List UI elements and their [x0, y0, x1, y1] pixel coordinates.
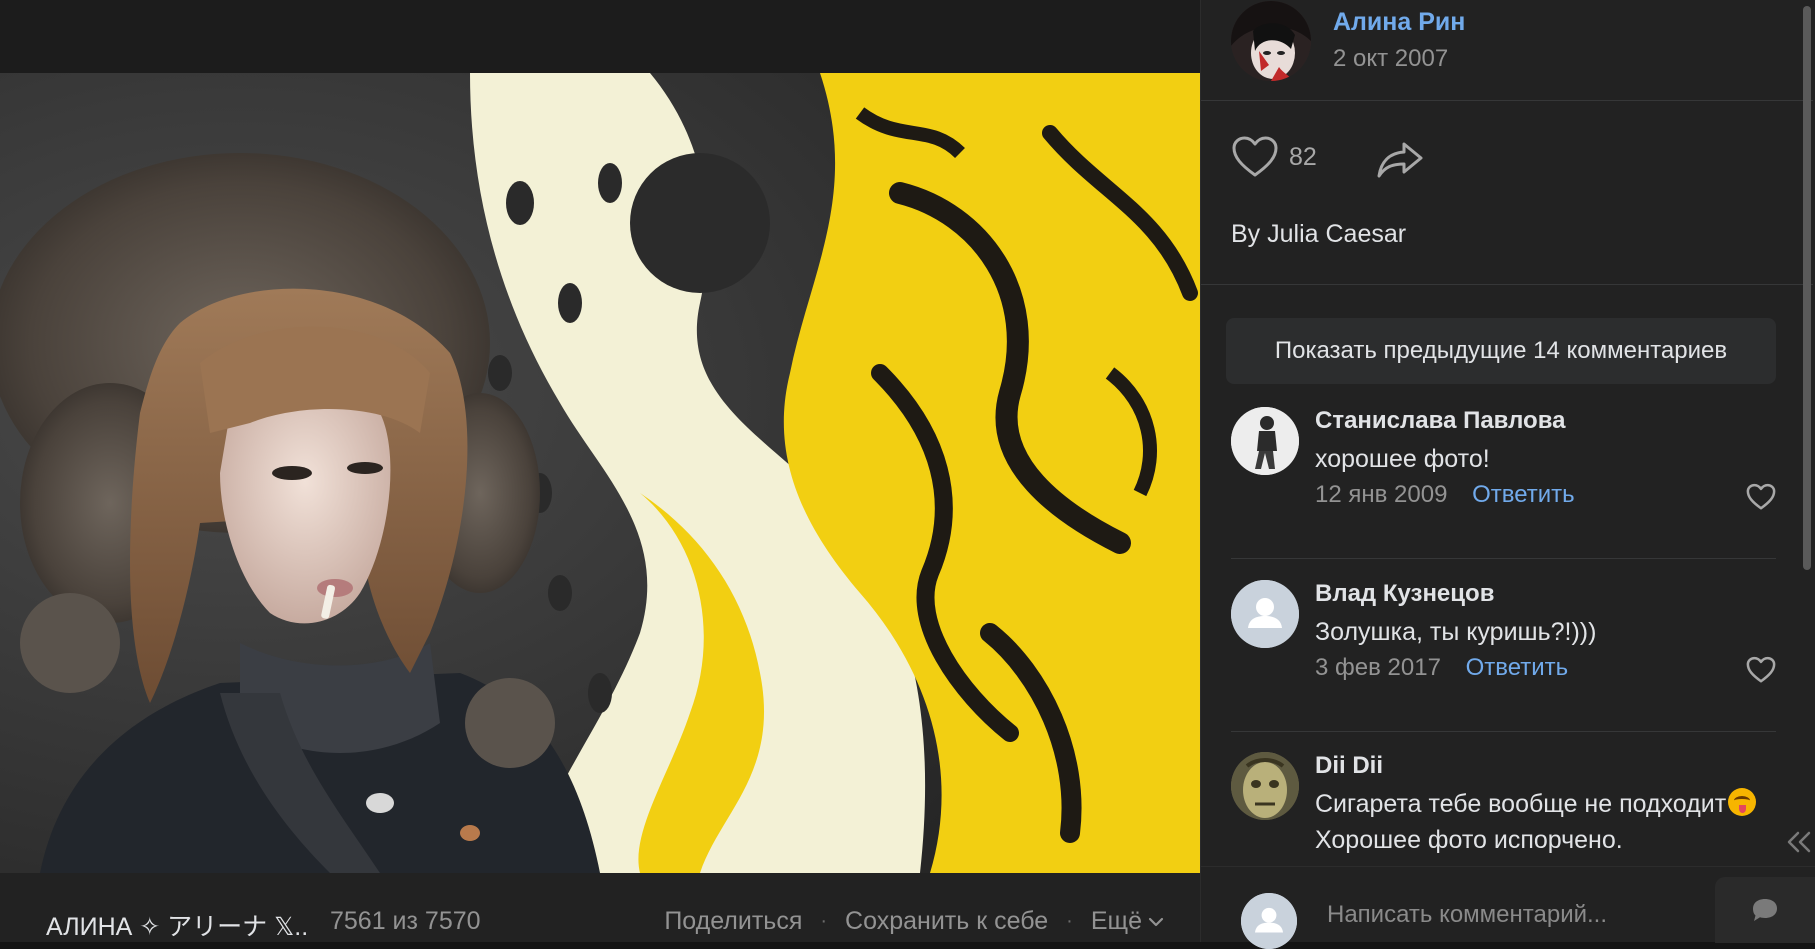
current-user-avatar	[1241, 893, 1297, 949]
photo-sidebar: Алина Рин 2 окт 2007 82 By Julia Caesar …	[1200, 0, 1815, 949]
main-photo[interactable]	[0, 73, 1200, 873]
reply-link[interactable]: Ответить	[1472, 481, 1575, 508]
comment-item: Влад Кузнецов Золушка, ты куришь?!))) 3 …	[1231, 580, 1776, 690]
photo-top-bar	[0, 0, 1200, 73]
squinting-face-with-tongue-icon	[1728, 788, 1757, 816]
photo-viewer: АЛИНА ✧ アリーナ 𝕏.. 7561 из 7570 Поделиться…	[0, 0, 1815, 949]
photo-counter: 7561 из 7570	[330, 907, 481, 935]
send-comment-button[interactable]	[1715, 877, 1815, 943]
commenter-name-link[interactable]: Станислава Павлова	[1315, 407, 1566, 435]
heart-outline-icon	[1746, 483, 1776, 510]
comment-input[interactable]: Написать комментарий...	[1327, 901, 1607, 929]
photo-bottom-bar: АЛИНА ✧ アリーナ 𝕏.. 7561 из 7570 Поделиться…	[0, 873, 1200, 942]
comment-like-button[interactable]	[1746, 656, 1776, 689]
comment-date[interactable]: 12 янв 2009	[1315, 481, 1447, 508]
chevron-down-icon	[1148, 918, 1164, 927]
reply-link[interactable]: Ответить	[1466, 654, 1569, 681]
heart-icon	[1232, 136, 1278, 177]
share-button[interactable]	[1376, 140, 1424, 185]
comment-date[interactable]: 3 фев 2017	[1315, 654, 1441, 681]
comment-text-line-1: Сигарета тебе вообще не подходит	[1315, 790, 1727, 818]
comment-meta: 12 янв 2009 Ответить	[1315, 481, 1575, 509]
heart-outline-icon	[1746, 656, 1776, 683]
photo-image	[0, 73, 1200, 873]
comment-meta: 3 фев 2017 Ответить	[1315, 654, 1568, 682]
photo-pane: АЛИНА ✧ アリーナ 𝕏.. 7561 из 7570 Поделиться…	[0, 0, 1200, 942]
comment-text: Сигарета тебе вообще не подходит Хорошее…	[1315, 786, 1757, 858]
default-user-avatar-icon	[1231, 580, 1299, 648]
save-to-profile-link[interactable]: Сохранить к себе	[845, 907, 1048, 936]
like-button[interactable]: 82	[1231, 135, 1317, 179]
share-arrow-icon	[1377, 142, 1423, 178]
speech-bubble-icon	[1753, 899, 1777, 921]
commenter-avatar[interactable]	[1231, 407, 1299, 475]
comment-divider	[1231, 558, 1776, 559]
commenter-avatar[interactable]	[1231, 752, 1299, 820]
comment-item: Станислава Павлова хорошее фото! 12 янв …	[1231, 407, 1776, 517]
comment-text: хорошее фото!	[1315, 445, 1490, 473]
show-previous-comments-button[interactable]: Показать предыдущие 14 комментариев	[1226, 318, 1776, 384]
photo-caption: By Julia Caesar	[1231, 220, 1407, 248]
comment-like-button[interactable]	[1746, 483, 1776, 516]
album-name-link[interactable]: АЛИНА ✧ アリーナ 𝕏..	[46, 907, 308, 943]
post-author: Алина Рин 2 окт 2007	[1231, 0, 1791, 100]
post-date[interactable]: 2 окт 2007	[1333, 45, 1448, 73]
comment-composer: Написать комментарий...	[1201, 866, 1815, 949]
author-name-link[interactable]: Алина Рин	[1333, 8, 1465, 37]
photo-actions: Поделиться · Сохранить к себе · Ещё	[664, 907, 1164, 936]
collapse-sidebar-button[interactable]	[1785, 828, 1813, 862]
divider	[1201, 100, 1813, 101]
comment-item: Dii Dii Сигарета тебе вообще не подходит…	[1231, 752, 1776, 862]
commenter-name-link[interactable]: Влад Кузнецов	[1315, 580, 1494, 608]
author-avatar[interactable]	[1231, 1, 1311, 81]
more-label: Ещё	[1090, 907, 1142, 935]
likes-count: 82	[1289, 142, 1317, 171]
separator-dot: ·	[1066, 910, 1073, 932]
divider	[1201, 284, 1813, 285]
default-user-avatar-icon	[1241, 893, 1297, 949]
comment-text-line-2: Хорошее фото испорчено.	[1315, 826, 1623, 854]
author-avatar-image	[1231, 1, 1311, 81]
commenter-name-link[interactable]: Dii Dii	[1315, 752, 1383, 780]
commenter-avatar-image	[1231, 407, 1299, 475]
commenter-avatar[interactable]	[1231, 580, 1299, 648]
sidebar-scrollbar[interactable]	[1803, 6, 1811, 570]
comment-text: Золушка, ты куришь?!)))	[1315, 618, 1597, 646]
more-menu-button[interactable]: Ещё	[1091, 907, 1164, 936]
separator-dot: ·	[820, 910, 828, 932]
commenter-avatar-image	[1231, 752, 1299, 820]
share-photo-link[interactable]: Поделиться	[664, 907, 802, 936]
comment-divider	[1231, 731, 1776, 732]
double-chevron-left-icon	[1787, 831, 1811, 853]
